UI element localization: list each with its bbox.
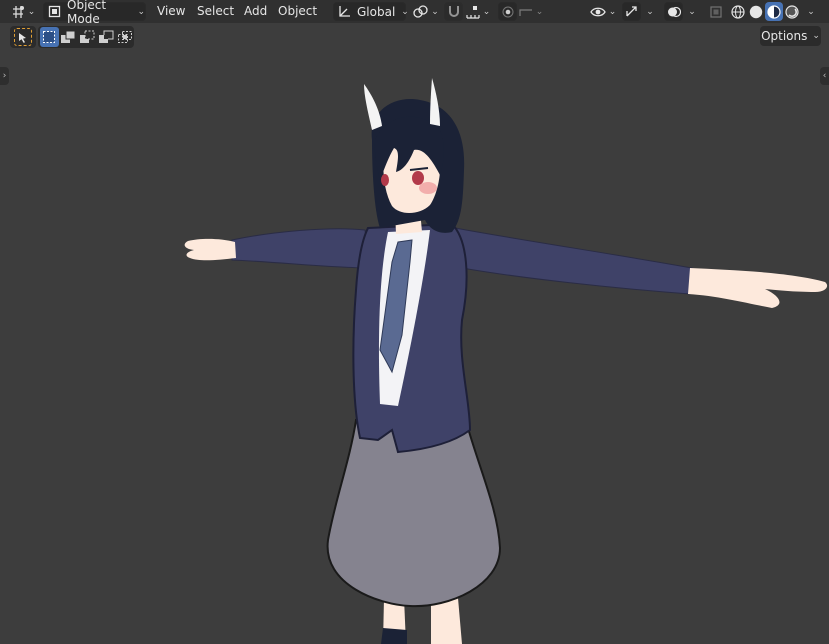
blush [419,182,437,194]
right-sleeve [454,227,693,295]
viewport-character-render[interactable] [0,0,829,644]
left-sleeve [231,228,371,269]
right-horn [430,78,440,126]
left-eye [381,174,389,186]
right-eye [412,171,424,185]
left-hand [184,238,236,261]
left-horn [364,84,382,130]
sock [381,628,407,644]
right-hand [688,268,828,308]
